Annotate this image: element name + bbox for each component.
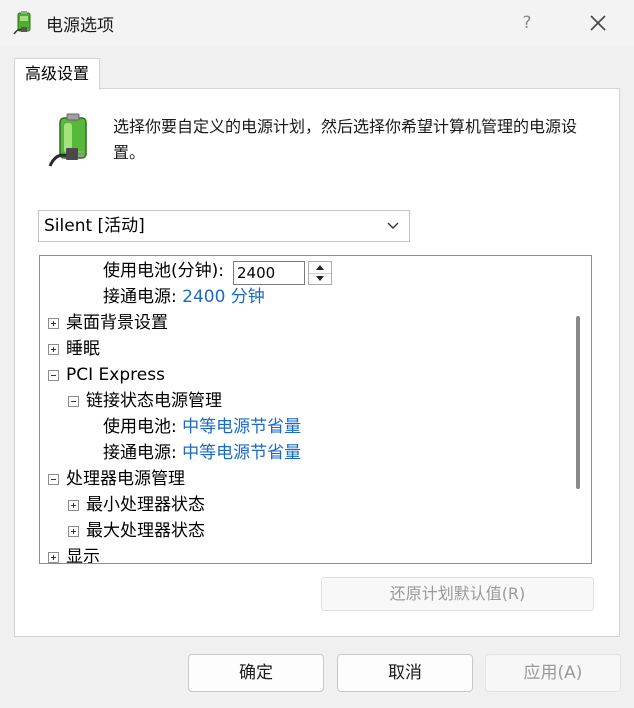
expand-icon[interactable] — [48, 344, 59, 355]
tree-row-link-battery[interactable]: 使用电池: 中等电源节省量 — [103, 414, 301, 440]
tree-item-link-state[interactable]: 链接状态电源管理 — [66, 388, 222, 414]
chevron-down-icon — [387, 222, 399, 229]
link-battery-label: 使用电池: — [103, 417, 177, 437]
tree-item-label: 最大处理器状态 — [86, 521, 205, 541]
tree-item-display[interactable]: 显示 — [46, 544, 100, 564]
battery-minutes-input[interactable]: 2400 — [233, 261, 305, 285]
collapse-icon[interactable] — [48, 370, 59, 381]
plugged-minutes-label: 接通电源: — [103, 287, 177, 307]
tree-item-pci-express[interactable]: PCI Express — [46, 362, 165, 388]
expand-icon[interactable] — [48, 552, 59, 563]
power-plan-select[interactable]: Silent [活动] — [38, 210, 410, 242]
collapse-icon[interactable] — [48, 474, 59, 485]
cancel-button[interactable]: 取消 — [337, 654, 473, 692]
battery-plug-icon — [13, 11, 31, 35]
tree-item-label: 桌面背景设置 — [66, 313, 168, 333]
tree-item-label: 睡眠 — [66, 339, 100, 359]
tree-row-battery-minutes: 使用电池(分钟): 2400 — [103, 258, 403, 285]
spin-down-icon[interactable] — [309, 273, 331, 284]
tree-item-label: PCI Express — [66, 365, 165, 385]
close-icon[interactable] — [581, 6, 615, 40]
tree-item-sleep[interactable]: 睡眠 — [46, 336, 100, 362]
tree-row-link-plugged[interactable]: 接通电源: 中等电源节省量 — [103, 440, 301, 466]
tree-scrollbar[interactable] — [565, 256, 591, 563]
tree-item-label: 显示 — [66, 547, 100, 564]
tree-item-max-processor-state[interactable]: 最大处理器状态 — [66, 518, 205, 544]
tree-item-label: 最小处理器状态 — [86, 495, 205, 515]
tree-row-plugged-minutes[interactable]: 接通电源: 2400 分钟 — [103, 284, 265, 310]
help-button[interactable]: ? — [512, 8, 542, 38]
scrollbar-thumb[interactable] — [576, 316, 580, 489]
power-settings-tree[interactable]: 使用电池(分钟): 2400 接通电源: 2400 分钟 桌面背景设置 睡眠 P… — [39, 255, 592, 564]
tree-item-desktop-background[interactable]: 桌面背景设置 — [46, 310, 168, 336]
link-plugged-value[interactable]: 中等电源节省量 — [182, 443, 301, 463]
link-plugged-label: 接通电源: — [103, 443, 177, 463]
tree-item-label: 链接状态电源管理 — [86, 391, 222, 411]
instruction-text: 选择你要自定义的电源计划，然后选择你希望计算机管理的电源设置。 — [113, 117, 578, 162]
battery-plug-icon — [48, 113, 87, 167]
restore-defaults-button[interactable]: 还原计划默认值(R) — [321, 577, 594, 611]
ok-button[interactable]: 确定 — [188, 654, 324, 692]
battery-minutes-label: 使用电池(分钟): — [103, 261, 224, 281]
tree-item-min-processor-state[interactable]: 最小处理器状态 — [66, 492, 205, 518]
expand-icon[interactable] — [68, 526, 79, 537]
expand-icon[interactable] — [48, 318, 59, 329]
window-title: 电源选项 — [46, 16, 114, 36]
tab-advanced-settings[interactable]: 高级设置 — [14, 58, 100, 90]
expand-icon[interactable] — [68, 500, 79, 511]
link-battery-value[interactable]: 中等电源节省量 — [182, 417, 301, 437]
power-plan-value: Silent [活动] — [44, 216, 145, 236]
tree-item-label: 处理器电源管理 — [66, 469, 185, 489]
plugged-minutes-value[interactable]: 2400 分钟 — [182, 287, 265, 307]
battery-minutes-spinner[interactable] — [308, 261, 332, 285]
apply-button[interactable]: 应用(A) — [485, 654, 621, 692]
collapse-icon[interactable] — [68, 396, 79, 407]
tree-item-processor-power[interactable]: 处理器电源管理 — [46, 466, 185, 492]
